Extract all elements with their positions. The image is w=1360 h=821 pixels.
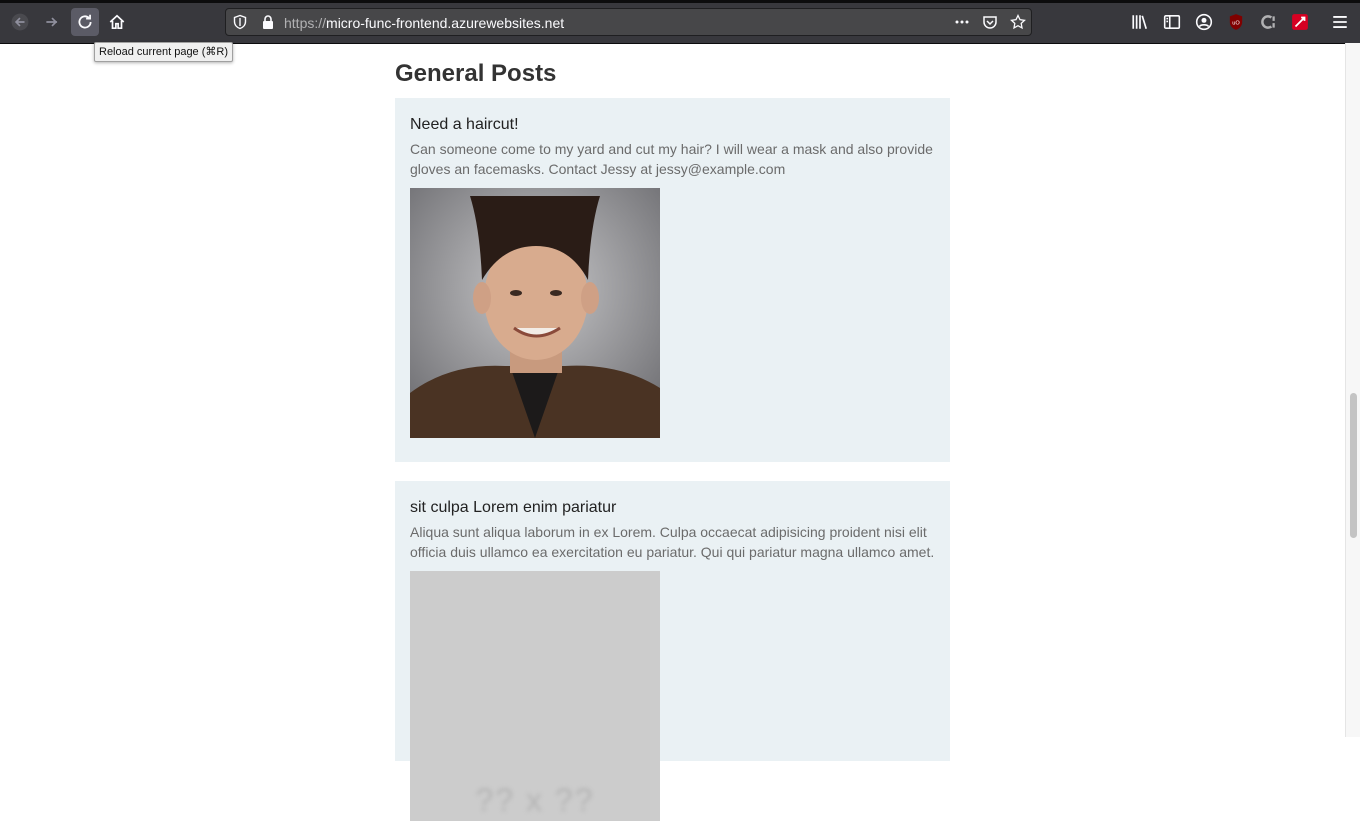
ublock-icon: uO — [1229, 14, 1243, 30]
shield-icon[interactable] — [232, 14, 248, 30]
extension-red-button[interactable] — [1286, 8, 1314, 36]
reload-icon — [78, 14, 92, 29]
more-icon[interactable] — [954, 14, 970, 30]
sidebar-icon — [1163, 15, 1181, 29]
post-body: Aliqua sunt aliqua laborum in ex Lorem. … — [410, 524, 935, 560]
post-title: sit culpa Lorem enim pariatur — [410, 499, 617, 516]
back-button[interactable] — [6, 8, 34, 36]
placeholder-text: ?? x ?? — [475, 782, 595, 818]
scroll-thumb[interactable] — [1350, 393, 1357, 538]
address-bar[interactable]: https://micro-func-frontend.azurewebsite… — [225, 8, 1032, 36]
account-button[interactable] — [1190, 8, 1218, 36]
library-icon — [1132, 15, 1147, 29]
pocket-icon[interactable] — [982, 14, 998, 30]
library-button[interactable] — [1126, 8, 1154, 36]
url-text[interactable]: https://micro-func-frontend.azurewebsite… — [284, 15, 564, 31]
sidebar-button[interactable] — [1158, 8, 1186, 36]
page-title: General Posts — [395, 60, 557, 87]
home-icon — [109, 14, 125, 30]
tab-strip — [0, 0, 1360, 3]
account-icon — [1195, 13, 1213, 31]
star-icon[interactable] — [1010, 14, 1026, 30]
reload-tooltip: Reload current page (⌘R) — [94, 42, 234, 62]
post-card: Need a haircut! Can someone come to my y… — [395, 98, 950, 462]
post-card: sit culpa Lorem enim pariatur Aliqua sun… — [395, 481, 950, 821]
browser-toolbar: https://micro-func-frontend.azurewebsite… — [0, 0, 1360, 44]
home-button[interactable] — [103, 8, 131, 36]
lock-icon[interactable] — [260, 14, 276, 30]
forward-button[interactable] — [38, 8, 66, 36]
extension-c-icon — [1261, 15, 1275, 29]
svg-text:uO: uO — [1232, 20, 1240, 26]
reload-button[interactable] — [71, 8, 99, 36]
back-icon — [11, 13, 29, 31]
post-body: Can someone come to my yard and cut my h… — [410, 141, 933, 177]
menu-button[interactable] — [1326, 8, 1354, 36]
menu-icon — [1333, 16, 1347, 28]
post-image — [410, 188, 660, 438]
extension-c-button[interactable] — [1254, 8, 1282, 36]
extension-red-icon — [1292, 14, 1308, 30]
post-image-placeholder: ?? x ?? — [410, 571, 660, 821]
ublock-button[interactable]: uO — [1222, 8, 1250, 36]
page-scrollbar[interactable] — [1345, 43, 1360, 737]
post-title: Need a haircut! — [410, 116, 519, 133]
forward-icon — [46, 17, 58, 27]
portrait-photo — [410, 188, 660, 438]
